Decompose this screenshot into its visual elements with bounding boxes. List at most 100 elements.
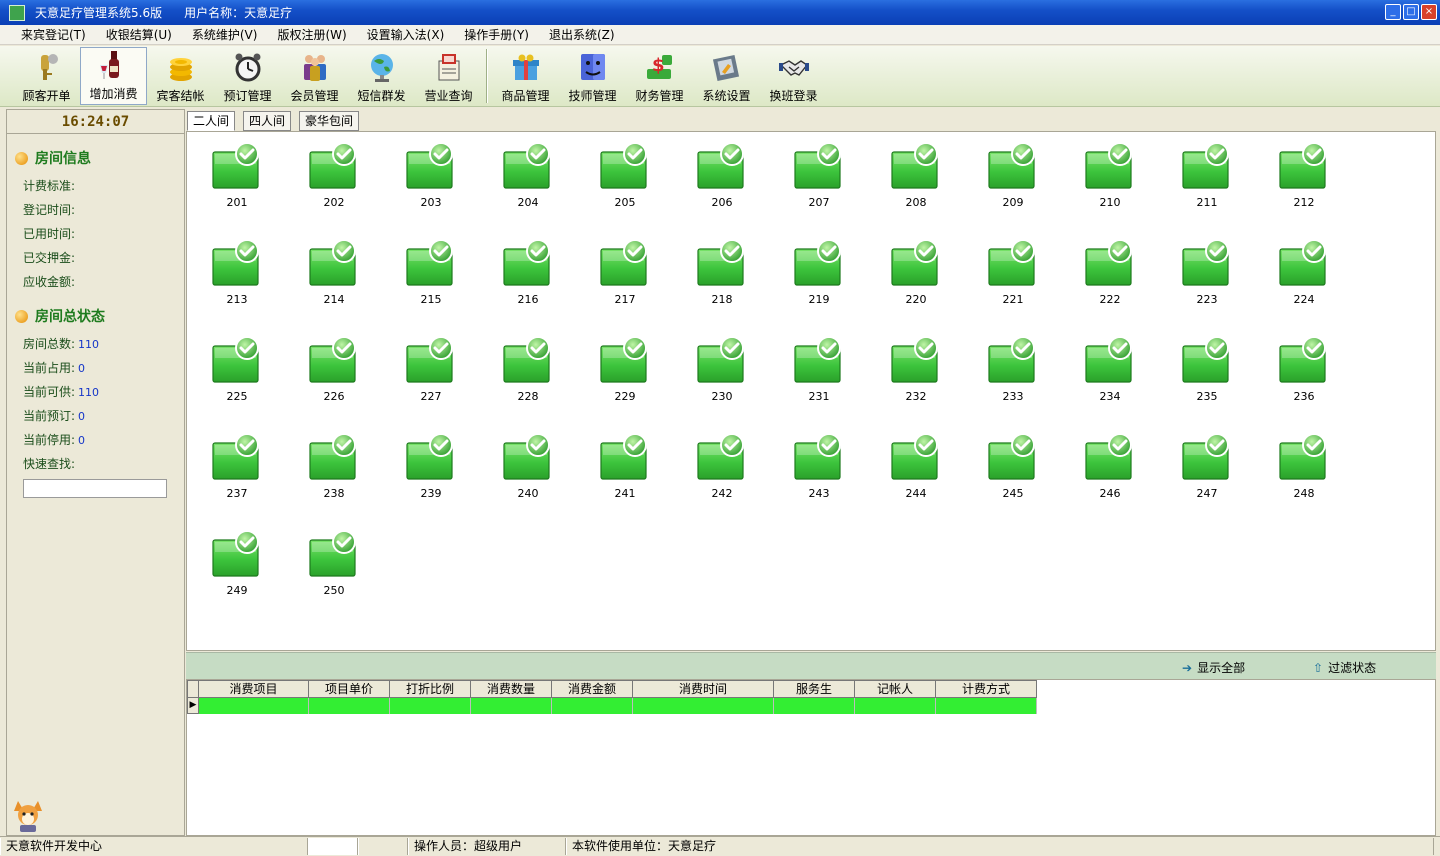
toolbar-button-8[interactable]: 技师管理 — [559, 48, 626, 106]
filter-status-button[interactable]: ⇧ 过滤状态 — [1313, 659, 1376, 676]
room-tile-249[interactable]: 249 — [187, 520, 267, 610]
room-tile-210[interactable]: 210 — [1060, 132, 1140, 222]
room-tile-248[interactable]: 248 — [1254, 423, 1334, 513]
column-header[interactable]: 服务生 — [774, 680, 855, 698]
menu-exit[interactable]: 退出系统(Z) — [539, 26, 625, 43]
room-tile-203[interactable]: 203 — [381, 132, 461, 222]
room-tile-229[interactable]: 229 — [575, 326, 655, 416]
available-rooms-value: 110 — [78, 386, 100, 399]
close-button[interactable]: × — [1421, 4, 1437, 20]
quick-search-input[interactable] — [23, 479, 167, 498]
room-tile-243[interactable]: 243 — [769, 423, 849, 513]
room-tile-205[interactable]: 205 — [575, 132, 655, 222]
room-tile-219[interactable]: 219 — [769, 229, 849, 319]
table-cell[interactable] — [390, 698, 471, 714]
room-tile-220[interactable]: 220 — [866, 229, 946, 319]
room-tile-238[interactable]: 238 — [284, 423, 364, 513]
room-tile-215[interactable]: 215 — [381, 229, 461, 319]
room-tile-211[interactable]: 211 — [1157, 132, 1237, 222]
menu-manual[interactable]: 操作手册(Y) — [454, 26, 539, 43]
toolbar-button-11[interactable]: 换班登录 — [760, 48, 827, 106]
room-tile-204[interactable]: 204 — [478, 132, 558, 222]
table-cell[interactable] — [855, 698, 936, 714]
room-tile-207[interactable]: 207 — [769, 132, 849, 222]
room-tile-226[interactable]: 226 — [284, 326, 364, 416]
room-tile-245[interactable]: 245 — [963, 423, 1043, 513]
toolbar-button-2[interactable]: 宾客结帐 — [147, 48, 214, 106]
room-tile-223[interactable]: 223 — [1157, 229, 1237, 319]
room-tile-225[interactable]: 225 — [187, 326, 267, 416]
column-header[interactable]: 消费金额 — [552, 680, 633, 698]
table-row[interactable]: ▶ — [187, 698, 1037, 714]
column-header[interactable]: 打折比例 — [390, 680, 471, 698]
show-all-button[interactable]: ➔ 显示全部 — [1182, 659, 1245, 676]
room-tile-239[interactable]: 239 — [381, 423, 461, 513]
tab-deluxe[interactable]: 豪华包间 — [299, 111, 360, 131]
room-tile-231[interactable]: 231 — [769, 326, 849, 416]
room-tile-234[interactable]: 234 — [1060, 326, 1140, 416]
tab-four-person[interactable]: 四人间 — [243, 111, 292, 131]
maximize-button[interactable]: □ — [1403, 4, 1419, 20]
room-tile-230[interactable]: 230 — [672, 326, 752, 416]
room-tile-237[interactable]: 237 — [187, 423, 267, 513]
room-tile-241[interactable]: 241 — [575, 423, 655, 513]
toolbar-button-0[interactable]: 顾客开单 — [13, 48, 80, 106]
menu-cashier[interactable]: 收银结算(U) — [96, 26, 182, 43]
table-cell[interactable] — [936, 698, 1037, 714]
table-cell[interactable] — [552, 698, 633, 714]
room-tile-232[interactable]: 232 — [866, 326, 946, 416]
room-tile-227[interactable]: 227 — [381, 326, 461, 416]
room-tile-247[interactable]: 247 — [1157, 423, 1237, 513]
room-number: 246 — [1099, 487, 1121, 500]
room-tile-242[interactable]: 242 — [672, 423, 752, 513]
room-tile-218[interactable]: 218 — [672, 229, 752, 319]
room-tile-214[interactable]: 214 — [284, 229, 364, 319]
room-tile-216[interactable]: 216 — [478, 229, 558, 319]
table-cell[interactable] — [199, 698, 309, 714]
room-tile-209[interactable]: 209 — [963, 132, 1043, 222]
column-header[interactable]: 消费数量 — [471, 680, 552, 698]
table-cell[interactable] — [309, 698, 390, 714]
room-tile-246[interactable]: 246 — [1060, 423, 1140, 513]
room-tile-217[interactable]: 217 — [575, 229, 655, 319]
room-tile-235[interactable]: 235 — [1157, 326, 1237, 416]
tab-two-person[interactable]: 二人间 — [187, 111, 236, 131]
table-cell[interactable] — [774, 698, 855, 714]
room-tile-202[interactable]: 202 — [284, 132, 364, 222]
toolbar-button-10[interactable]: 系统设置 — [693, 48, 760, 106]
room-tile-208[interactable]: 208 — [866, 132, 946, 222]
room-tile-233[interactable]: 233 — [963, 326, 1043, 416]
toolbar-button-6[interactable]: 营业查询 — [415, 48, 482, 106]
column-header[interactable]: 项目单价 — [309, 680, 390, 698]
toolbar-button-9[interactable]: $ 财务管理 — [626, 48, 693, 106]
menu-maintenance[interactable]: 系统维护(V) — [182, 26, 268, 43]
column-header[interactable]: 计费方式 — [936, 680, 1037, 698]
toolbar-button-5[interactable]: 短信群发 — [348, 48, 415, 106]
room-tile-244[interactable]: 244 — [866, 423, 946, 513]
toolbar-button-4[interactable]: 会员管理 — [281, 48, 348, 106]
room-tile-206[interactable]: 206 — [672, 132, 752, 222]
toolbar-button-7[interactable]: 商品管理 — [492, 48, 559, 106]
toolbar-button-3[interactable]: 预订管理 — [214, 48, 281, 106]
column-header[interactable]: 消费项目 — [199, 680, 309, 698]
room-tile-236[interactable]: 236 — [1254, 326, 1334, 416]
table-cell[interactable] — [471, 698, 552, 714]
room-tile-240[interactable]: 240 — [478, 423, 558, 513]
room-tile-212[interactable]: 212 — [1254, 132, 1334, 222]
room-tile-228[interactable]: 228 — [478, 326, 558, 416]
room-tile-250[interactable]: 250 — [284, 520, 364, 610]
menu-input-method[interactable]: 设置输入法(X) — [357, 26, 455, 43]
room-tile-213[interactable]: 213 — [187, 229, 267, 319]
toolbar-button-1[interactable]: 增加消费 — [80, 47, 147, 105]
minimize-button[interactable]: _ — [1385, 4, 1401, 20]
room-tile-224[interactable]: 224 — [1254, 229, 1334, 319]
menu-registration[interactable]: 版权注册(W) — [267, 26, 356, 43]
room-tile-221[interactable]: 221 — [963, 229, 1043, 319]
menu-checkin[interactable]: 来宾登记(T) — [11, 26, 96, 43]
room-number: 227 — [420, 390, 442, 403]
column-header[interactable]: 记帐人 — [855, 680, 936, 698]
table-cell[interactable] — [633, 698, 774, 714]
room-tile-201[interactable]: 201 — [187, 132, 267, 222]
column-header[interactable]: 消费时间 — [633, 680, 774, 698]
room-tile-222[interactable]: 222 — [1060, 229, 1140, 319]
